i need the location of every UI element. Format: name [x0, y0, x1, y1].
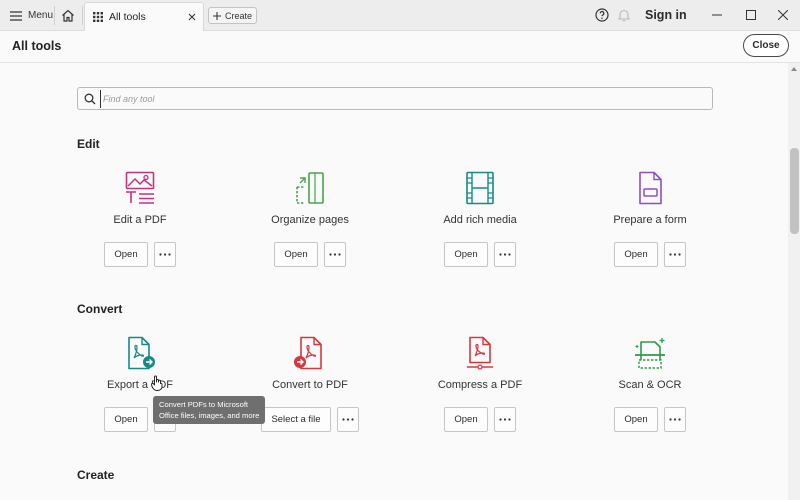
more-options-button[interactable] — [493, 407, 516, 432]
create-button[interactable]: Create — [208, 7, 257, 24]
tool-convert-to-pdf: Convert to PDF Select a file — [225, 336, 395, 441]
open-button[interactable]: Open — [614, 407, 658, 432]
tool-name: Edit a PDF — [113, 214, 167, 226]
more-icon — [669, 253, 681, 256]
more-options-button[interactable] — [493, 242, 516, 267]
hand-cursor-icon — [151, 375, 163, 391]
home-button[interactable] — [56, 4, 80, 27]
divider — [82, 6, 83, 25]
minimize-icon — [712, 14, 722, 16]
more-icon — [499, 418, 511, 421]
tool-organize-pages: Organize pages Open — [225, 171, 395, 276]
compress-pdf-icon — [467, 336, 493, 370]
more-icon — [329, 253, 341, 256]
close-button[interactable]: Close — [743, 34, 789, 57]
plus-icon — [212, 11, 221, 20]
create-label: Create — [224, 10, 252, 21]
tool-name: Organize pages — [271, 214, 349, 226]
edit-pdf-icon — [125, 171, 155, 204]
tooltip-line: Convert PDFs to Microsoft — [159, 400, 249, 409]
page-title: All tools — [12, 39, 62, 53]
tool-prepare-form: Prepare a form Open — [565, 171, 735, 276]
select-file-button[interactable]: Select a file — [261, 407, 331, 432]
menu-button[interactable]: Menu — [4, 4, 59, 27]
section-title-edit: Edit — [77, 137, 100, 151]
tool-name: Scan & OCR — [618, 379, 682, 391]
tool-compress-pdf: Compress a PDF Open — [395, 336, 565, 441]
tab-label: All tools — [109, 11, 146, 23]
window-close-button[interactable] — [772, 5, 794, 25]
convert-to-pdf-icon — [294, 336, 322, 370]
more-icon — [341, 418, 354, 421]
open-button[interactable]: Open — [444, 242, 488, 267]
tool-name: Prepare a form — [613, 214, 687, 226]
search-input[interactable] — [100, 90, 700, 108]
section-title-convert: Convert — [77, 302, 123, 316]
open-button[interactable]: Open — [444, 407, 488, 432]
more-options-button[interactable] — [336, 407, 359, 432]
tooltip: Convert PDFs to Microsoft Office files, … — [153, 396, 265, 424]
close-icon — [778, 10, 788, 20]
scan-ocr-icon — [635, 338, 665, 369]
more-options-button[interactable] — [663, 407, 686, 432]
tool-name: Add rich media — [443, 214, 517, 226]
minimize-button[interactable] — [706, 5, 728, 25]
scroll-up-arrow-icon[interactable] — [790, 65, 798, 73]
tool-edit-pdf: Edit a PDF Open — [55, 171, 225, 276]
search-icon — [84, 93, 96, 105]
menu-label: Menu — [28, 10, 54, 21]
open-button[interactable]: Open — [614, 242, 658, 267]
tool-name: Compress a PDF — [437, 379, 523, 391]
rich-media-icon — [466, 171, 494, 205]
more-icon — [159, 253, 171, 256]
open-button[interactable]: Open — [274, 242, 318, 267]
more-icon — [499, 253, 511, 256]
more-options-button[interactable] — [663, 242, 686, 267]
organize-pages-icon — [296, 172, 324, 204]
bell-icon[interactable] — [617, 8, 631, 22]
divider — [54, 6, 55, 25]
grid-icon — [93, 12, 103, 22]
tooltip-line: Office files, images, and more — [159, 411, 260, 420]
tool-export-pdf: Export a PDF Open — [55, 336, 225, 441]
open-button[interactable]: Open — [104, 407, 148, 432]
tab-all-tools[interactable]: All tools — [84, 2, 204, 31]
page-header: All tools Close — [0, 31, 800, 63]
tool-name: Convert to PDF — [272, 379, 348, 391]
export-pdf-icon — [128, 336, 155, 370]
hamburger-icon — [10, 10, 22, 21]
more-icon — [669, 418, 681, 421]
scrollbar[interactable] — [788, 63, 800, 500]
title-bar: Menu All tools Create Sign in — [0, 0, 800, 31]
more-options-button[interactable] — [153, 242, 176, 267]
prepare-form-icon — [639, 171, 662, 205]
help-icon[interactable] — [595, 8, 609, 22]
open-button[interactable]: Open — [104, 242, 148, 267]
section-title-create: Create — [77, 468, 115, 482]
tool-add-rich-media: Add rich media Open — [395, 171, 565, 276]
tab-close-button[interactable] — [186, 11, 198, 23]
maximize-icon — [746, 10, 756, 20]
tool-name: Export a PDF — [106, 379, 174, 391]
sign-in-link[interactable]: Sign in — [645, 8, 687, 22]
search-box[interactable] — [77, 87, 713, 110]
home-icon — [62, 9, 74, 22]
more-options-button[interactable] — [323, 242, 346, 267]
close-icon — [188, 13, 196, 21]
scrollbar-thumb[interactable] — [790, 148, 799, 234]
tool-scan-ocr: Scan & OCR Open — [565, 336, 735, 441]
maximize-button[interactable] — [740, 5, 762, 25]
